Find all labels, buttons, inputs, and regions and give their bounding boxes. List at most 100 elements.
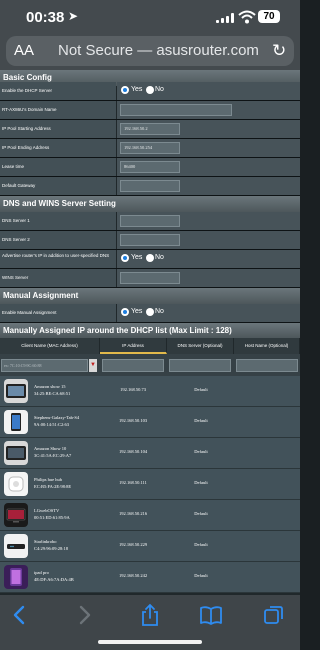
device-mac: C4:29:96:09:28:18: [34, 546, 69, 551]
table-row: Stephens-Galaxy-Tab-S4 9A:00:14:51:C2:63…: [0, 407, 300, 438]
location-arrow-icon: ➤: [68, 9, 79, 23]
home-indicator: [98, 640, 202, 644]
advertise-yes-radio[interactable]: [121, 254, 129, 262]
device-ip: 192.168.50.104: [118, 449, 148, 454]
dns-server-2-input[interactable]: [120, 234, 180, 246]
row-label: Advertise router's IP in addition to use…: [0, 250, 116, 268]
device-dns: Default: [194, 387, 208, 392]
device-name: Stephens-Galaxy-Tab-S4: [34, 415, 80, 420]
radio-label-yes: Yes: [131, 86, 143, 93]
col-client-name: Client Name (MAC Address): [0, 338, 100, 354]
table-header: Client Name (MAC Address) IP Address DNS…: [0, 338, 300, 354]
device-dns: Default: [194, 542, 208, 547]
client-dropdown-button[interactable]: ▼: [89, 359, 97, 372]
dns-server-input[interactable]: [169, 359, 231, 372]
router-icon: [4, 534, 28, 558]
row-default-gateway: Default Gateway: [0, 177, 300, 196]
row-label: IP Pool Starting Address: [0, 120, 116, 138]
ip-pool-end-input[interactable]: 192.168.50.254: [120, 142, 180, 154]
device-mac: 9A:00:14:51:C2:63: [34, 422, 70, 427]
col-host-name: Host Name (Optional): [234, 338, 300, 354]
device-dns: Default: [194, 573, 208, 578]
lease-time-input[interactable]: 86400: [120, 161, 180, 173]
device-dns: Default: [194, 418, 208, 423]
forward-icon[interactable]: [72, 603, 96, 627]
row-label: WINS Server: [0, 269, 116, 287]
share-icon[interactable]: [138, 603, 162, 627]
row-label: RT-AX86U's Domain Name: [0, 101, 116, 119]
device-ip: 192.168.50.216: [118, 511, 148, 516]
device-ip: 192.168.50.242: [118, 573, 148, 578]
ip-address-input[interactable]: [102, 359, 164, 372]
cellular-signal-icon: [216, 13, 234, 23]
tabs-icon[interactable]: [262, 603, 286, 627]
url-text[interactable]: Not Secure — asusrouter.com: [58, 42, 259, 59]
radio-label-yes: Yes: [131, 254, 143, 261]
row-dns-server-1: DNS Server 1: [0, 212, 300, 231]
row-label: Lease time: [0, 158, 116, 176]
status-time: 00:38: [26, 9, 65, 26]
host-name-input[interactable]: [236, 359, 298, 372]
row-ip-pool-end: IP Pool Ending Address 192.168.50.254: [0, 139, 300, 158]
row-label: DNS Server 2: [0, 231, 116, 249]
table-row: LGwebOSTV 00:51:ED:61:85:9A 192.168.50.2…: [0, 500, 300, 531]
manual-no-radio[interactable]: [146, 308, 154, 316]
row-lease-time: Lease time 86400: [0, 158, 300, 177]
table-row: ipad pro 4E:DF:A6:7A:DA:4B 192.168.50.24…: [0, 562, 300, 593]
row-label: IP Pool Ending Address: [0, 139, 116, 157]
table-row: Amazon Show 10 3C:41:5A:EC:29:A7 192.168…: [0, 438, 300, 469]
manual-yes-radio[interactable]: [121, 308, 129, 316]
device-ip: 192.168.50.73: [120, 387, 146, 392]
device-name: Starlinkrobo: [34, 539, 57, 544]
device-mac: 4E:DF:A6:7A:DA:4B: [34, 577, 74, 582]
address-field[interactable]: AA Not Secure — asusrouter.com ↻: [6, 36, 294, 66]
row-domain-name: RT-AX86U's Domain Name: [0, 101, 300, 120]
advertise-no-radio[interactable]: [146, 254, 154, 262]
row-enable-manual-assignment: Enable Manual Assignment Yes No: [0, 304, 300, 323]
device-mac: 3C:41:5A:EC:29:A7: [34, 453, 72, 458]
device-dns: Default: [194, 449, 208, 454]
radio-label-yes: Yes: [131, 308, 143, 315]
tv-icon: [4, 503, 28, 527]
wifi-icon: [238, 10, 256, 24]
reload-icon[interactable]: ↻: [272, 41, 286, 61]
radio-label-no: No: [155, 308, 164, 315]
section-dns-wins: DNS and WINS Server Setting: [0, 196, 300, 212]
dhcp-yes-radio[interactable]: [121, 86, 129, 94]
ip-pool-start-input[interactable]: 192.168.50.2: [120, 123, 180, 135]
device-dns: Default: [194, 480, 208, 485]
reader-options-button[interactable]: AA: [14, 42, 34, 59]
radio-label-no: No: [155, 86, 164, 93]
table-row: Starlinkrobo C4:29:96:09:28:18 192.168.5…: [0, 531, 300, 562]
section-manual-assignment: Manual Assignment: [0, 288, 300, 304]
row-wins-server: WINS Server: [0, 269, 300, 288]
back-icon[interactable]: [8, 603, 32, 627]
ipad-icon: [4, 565, 28, 589]
mac-address-input[interactable]: ex: 7C:10:C9:9C:60:88: [1, 359, 88, 372]
device-name: ipad pro: [34, 570, 49, 575]
device-ip: 192.168.50.111: [119, 480, 147, 485]
row-label: Default Gateway: [0, 177, 116, 195]
dns-server-1-input[interactable]: [120, 215, 180, 227]
wins-server-input[interactable]: [120, 272, 180, 284]
bookmarks-icon[interactable]: [199, 603, 223, 627]
device-name: Philips hue hub: [34, 477, 63, 482]
url-bar: AA Not Secure — asusrouter.com ↻: [0, 34, 300, 70]
battery-indicator: 70: [258, 10, 280, 23]
device-dns: Default: [194, 511, 208, 516]
row-label: Enable the DHCP Server: [0, 82, 116, 100]
router-page: Basic Config Enable the DHCP Server Yes …: [0, 70, 300, 595]
default-gateway-input[interactable]: [120, 180, 180, 192]
device-mac: 34:25:BE:CA:68:51: [34, 391, 71, 396]
section-dhcp-list: Manually Assigned IP around the DHCP lis…: [0, 323, 300, 338]
table-row: Amazon show 15 34:25:BE:CA:68:51 192.168…: [0, 376, 300, 407]
dhcp-no-radio[interactable]: [146, 86, 154, 94]
table-row: Philips hue hub EC:B5:FA:2E:98:8E 192.16…: [0, 469, 300, 500]
col-dns-server: DNS Server (Optional): [167, 338, 234, 354]
domain-name-input[interactable]: [120, 104, 232, 116]
col-ip-address: IP Address: [100, 338, 167, 354]
row-label: DNS Server 1: [0, 212, 116, 230]
add-entry-row: ex: 7C:10:C9:9C:60:88 ▼: [0, 354, 300, 376]
device-ip: 192.168.50.229: [118, 542, 148, 547]
device-name: Amazon Show 10: [34, 446, 67, 451]
